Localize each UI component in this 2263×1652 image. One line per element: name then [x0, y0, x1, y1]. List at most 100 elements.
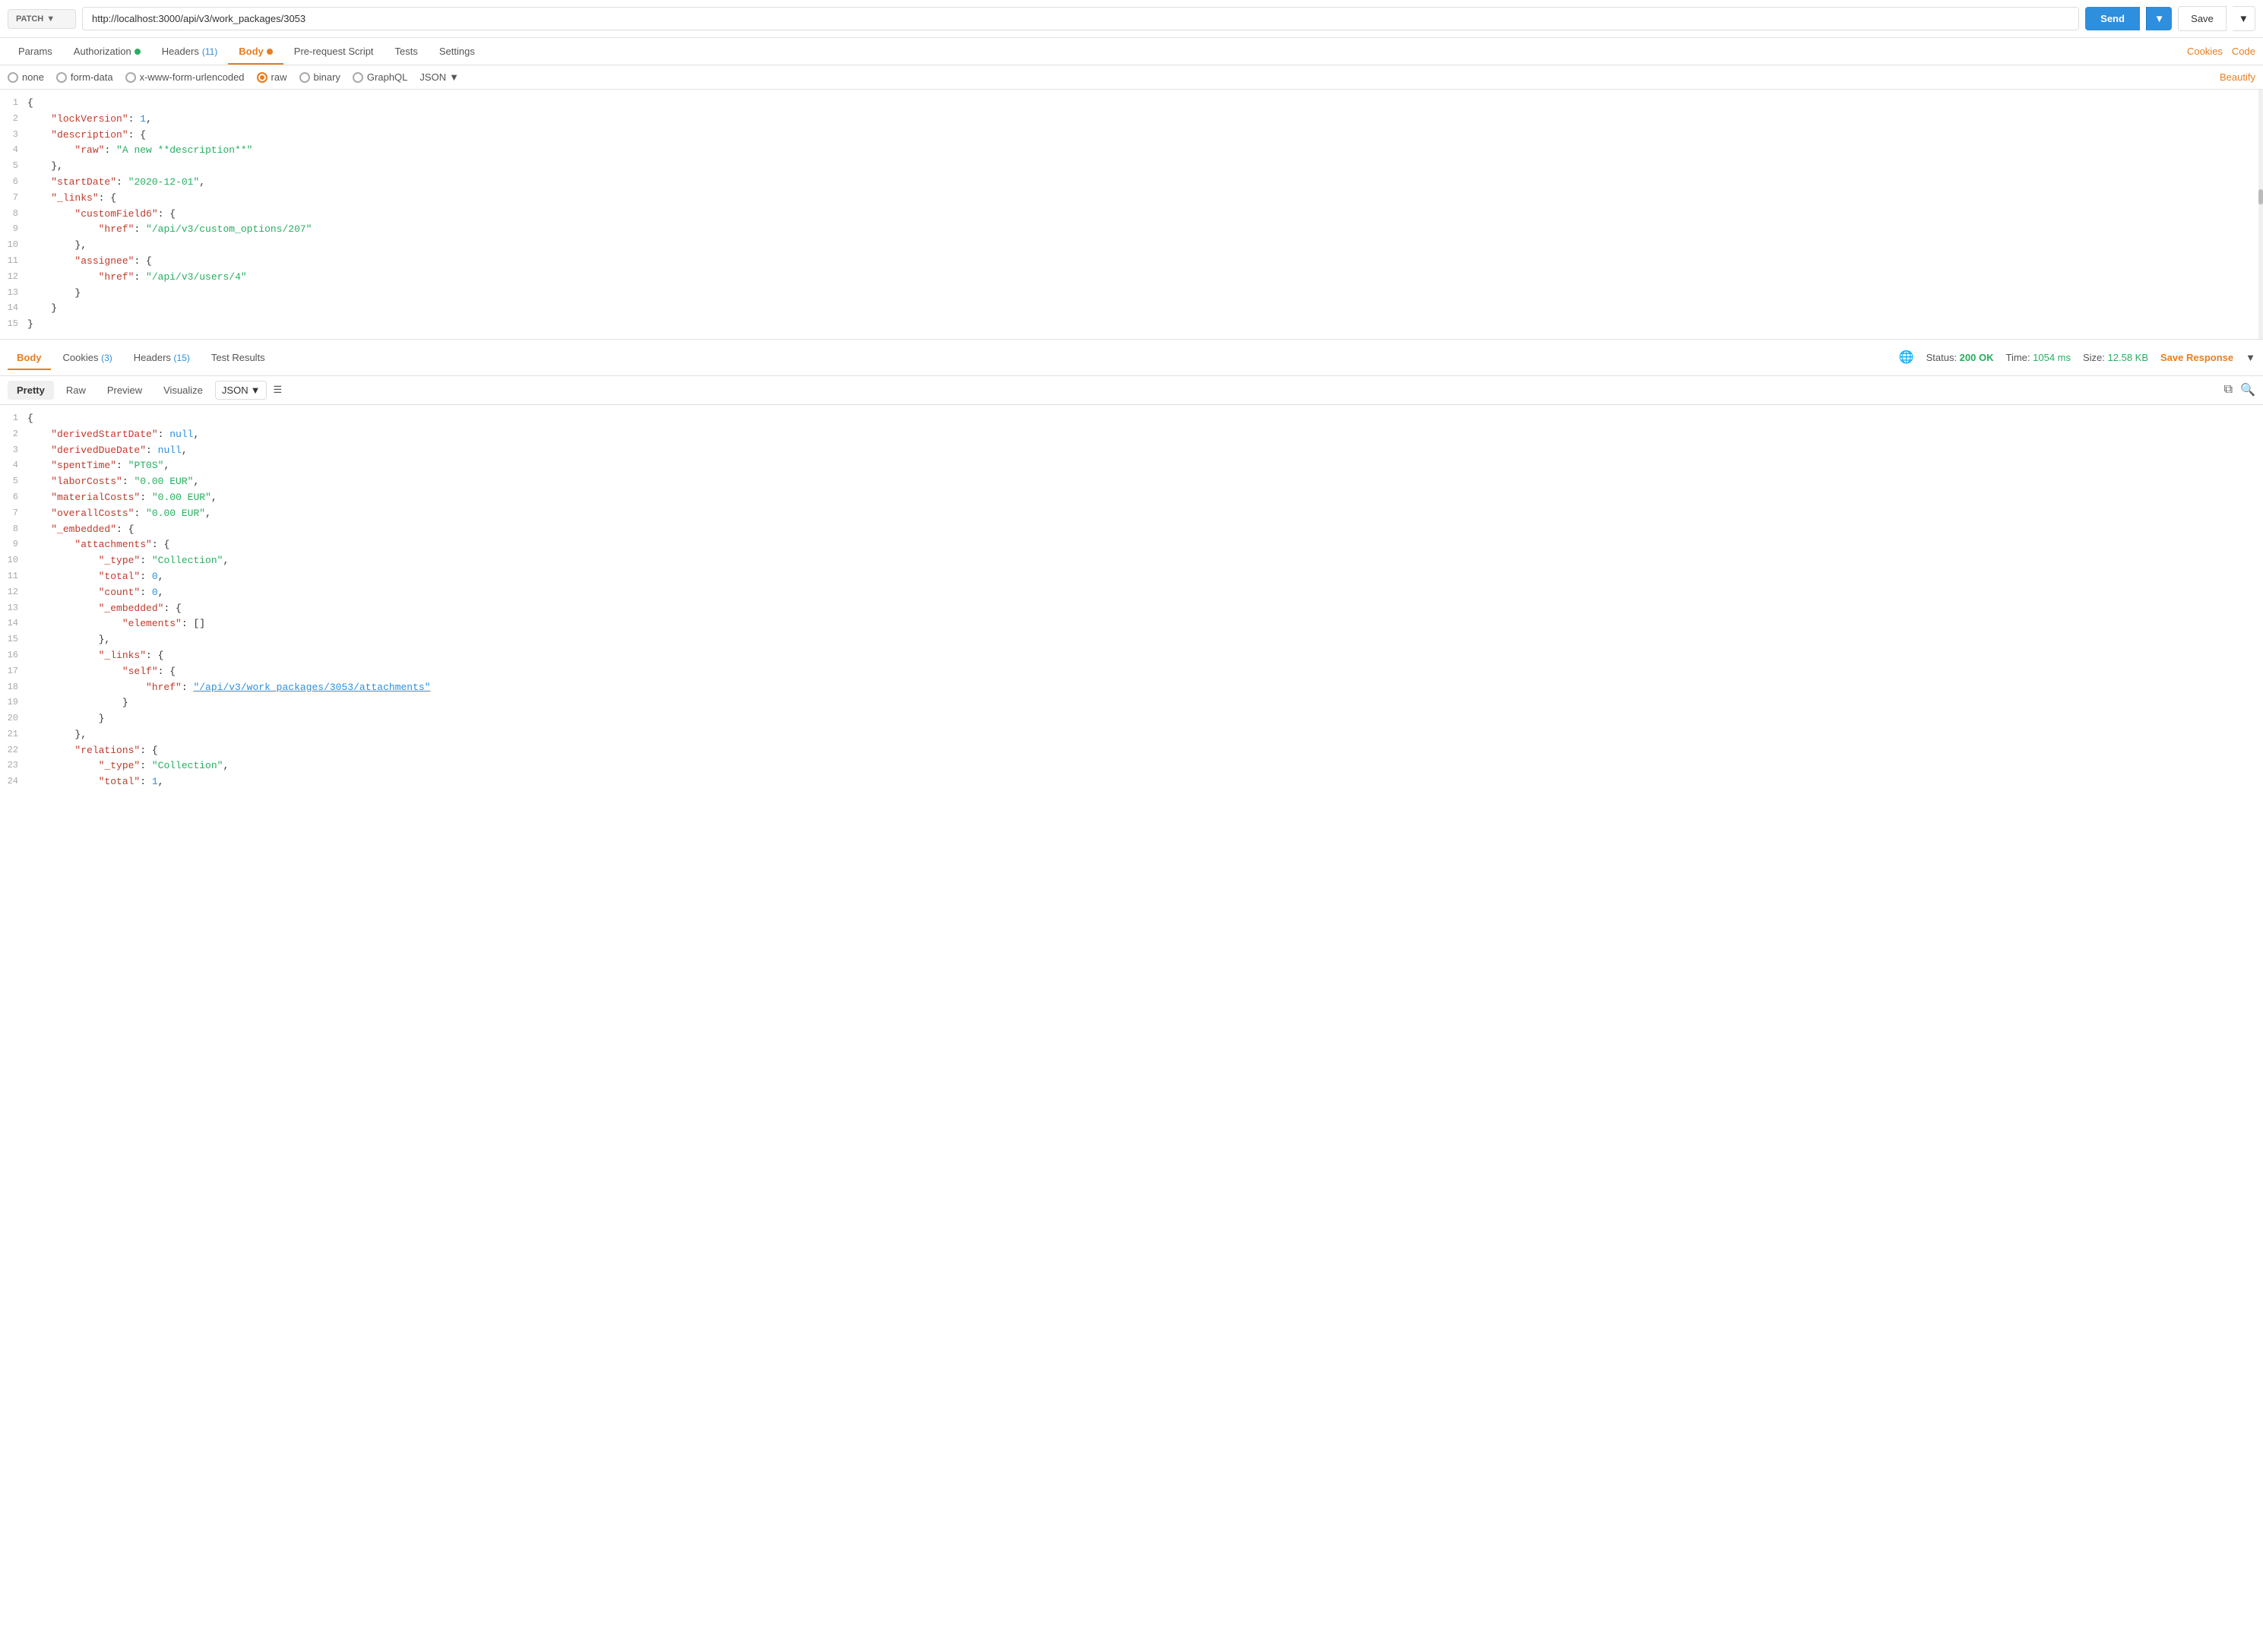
response-body: 1 { 2 "derivedStartDate": null, 3 "deriv… [0, 405, 2263, 796]
resp-line-16: 16 "_links": { [0, 648, 2263, 664]
response-format-dropdown[interactable]: JSON ▼ [215, 381, 267, 400]
req-line-13: 13 } [0, 286, 2263, 302]
resp-format-chevron: ▼ [251, 385, 261, 396]
tab-prerequest[interactable]: Pre-request Script [283, 38, 385, 65]
resp-tab-cookies[interactable]: Cookies (3) [54, 346, 122, 369]
req-line-8: 8 "customField6": { [0, 207, 2263, 223]
resp-line-5: 5 "laborCosts": "0.00 EUR", [0, 474, 2263, 490]
resp-line-21: 21 }, [0, 727, 2263, 743]
option-graphql[interactable]: GraphQL [353, 71, 407, 83]
tab-params[interactable]: Params [8, 38, 63, 65]
save-response-chevron[interactable]: ▼ [2246, 352, 2255, 363]
resp-line-4: 4 "spentTime": "PT0S", [0, 458, 2263, 474]
tab-tests[interactable]: Tests [385, 38, 429, 65]
status-info: 🌐 Status: 200 OK Time: 1054 ms Size: 12.… [1899, 350, 2255, 365]
status-label: Status: 200 OK [1926, 352, 1994, 363]
resp-line-8: 8 "_embedded": { [0, 522, 2263, 538]
resp-line-23: 23 "_type": "Collection", [0, 758, 2263, 774]
search-icon[interactable]: 🔍 [2240, 382, 2255, 397]
req-line-10: 10 }, [0, 238, 2263, 254]
save-dropdown-button[interactable]: ▼ [2233, 6, 2255, 31]
resp-line-3: 3 "derivedDueDate": null, [0, 443, 2263, 459]
option-binary[interactable]: binary [299, 71, 340, 83]
resp-line-2: 2 "derivedStartDate": null, [0, 427, 2263, 443]
resp-line-13: 13 "_embedded": { [0, 601, 2263, 617]
tab-settings[interactable]: Settings [429, 38, 486, 65]
resp-line-22: 22 "relations": { [0, 743, 2263, 759]
resp-line-7: 7 "overallCosts": "0.00 EUR", [0, 506, 2263, 522]
copy-icon[interactable]: ⧉ [2224, 383, 2233, 397]
req-line-2: 2 "lockVersion": 1, [0, 112, 2263, 128]
req-line-15: 15 } [0, 317, 2263, 333]
form-data-radio[interactable] [56, 72, 67, 83]
code-link[interactable]: Code [2232, 46, 2255, 57]
resp-line-17: 17 "self": { [0, 664, 2263, 680]
authorization-dot [135, 49, 141, 55]
resp-tab-headers[interactable]: Headers (15) [125, 346, 199, 369]
tab-headers[interactable]: Headers (11) [151, 38, 229, 65]
graphql-radio[interactable] [353, 72, 363, 83]
format-chevron: ▼ [449, 71, 459, 83]
resp-line-12: 12 "count": 0, [0, 585, 2263, 601]
resp-line-14: 14 "elements": [] [0, 616, 2263, 632]
none-radio[interactable] [8, 72, 18, 83]
resp-line-19: 19 } [0, 695, 2263, 711]
beautify-button[interactable]: Beautify [2220, 71, 2255, 83]
size-label: Size: 12.58 KB [2083, 352, 2148, 363]
globe-icon: 🌐 [1899, 350, 1914, 365]
format-dropdown[interactable]: JSON ▼ [419, 71, 459, 83]
resp-line-10: 10 "_type": "Collection", [0, 553, 2263, 569]
request-tabs: Params Authorization Headers (11) Body P… [0, 38, 2263, 65]
resp-line-11: 11 "total": 0, [0, 569, 2263, 585]
option-urlencoded[interactable]: x-www-form-urlencoded [125, 71, 245, 83]
urlencoded-radio[interactable] [125, 72, 136, 83]
body-dot [267, 49, 273, 55]
url-input[interactable] [82, 7, 2079, 30]
resp-line-9: 9 "attachments": { [0, 537, 2263, 553]
response-header: Body Cookies (3) Headers (15) Test Resul… [0, 340, 2263, 376]
binary-radio[interactable] [299, 72, 310, 83]
send-button[interactable]: Send [2085, 7, 2140, 30]
req-line-3: 3 "description": { [0, 128, 2263, 144]
request-body-editor[interactable]: 1 { 2 "lockVersion": 1, 3 "description":… [0, 90, 2263, 340]
view-tab-visualize[interactable]: Visualize [154, 381, 212, 400]
resp-line-15: 15 }, [0, 632, 2263, 648]
top-bar: PATCH ▼ Send ▼ Save ▼ [0, 0, 2263, 38]
option-raw[interactable]: raw [257, 71, 287, 83]
cookies-link[interactable]: Cookies [2187, 46, 2223, 57]
view-tab-raw[interactable]: Raw [57, 381, 95, 400]
resp-line-20: 20 } [0, 711, 2263, 727]
request-scrollbar-thumb[interactable] [2258, 189, 2263, 204]
req-line-14: 14 } [0, 301, 2263, 317]
right-links: Cookies Code [2187, 46, 2255, 57]
resp-line-1: 1 { [0, 411, 2263, 427]
req-line-11: 11 "assignee": { [0, 254, 2263, 270]
tab-authorization[interactable]: Authorization [63, 38, 151, 65]
request-scrollbar[interactable] [2258, 90, 2263, 339]
resp-tab-body[interactable]: Body [8, 346, 51, 369]
view-tabs: Pretty Raw Preview Visualize JSON ▼ ☰ ⧉ … [0, 376, 2263, 405]
req-line-6: 6 "startDate": "2020-12-01", [0, 175, 2263, 191]
method-select[interactable]: PATCH ▼ [8, 9, 76, 29]
resp-line-6: 6 "materialCosts": "0.00 EUR", [0, 490, 2263, 506]
raw-radio[interactable] [257, 72, 267, 83]
req-line-5: 5 }, [0, 159, 2263, 175]
req-line-9: 9 "href": "/api/v3/custom_options/207" [0, 222, 2263, 238]
view-right: ⧉ 🔍 [2224, 382, 2255, 397]
resp-line-18: 18 "href": "/api/v3/work_packages/3053/a… [0, 680, 2263, 696]
option-none[interactable]: none [8, 71, 44, 83]
save-response-button[interactable]: Save Response [2160, 352, 2233, 363]
time-label: Time: 1054 ms [2005, 352, 2071, 363]
option-form-data[interactable]: form-data [56, 71, 113, 83]
view-tab-preview[interactable]: Preview [98, 381, 151, 400]
tab-body[interactable]: Body [228, 38, 283, 65]
req-line-12: 12 "href": "/api/v3/users/4" [0, 270, 2263, 286]
view-tab-pretty[interactable]: Pretty [8, 381, 54, 400]
filter-icon[interactable]: ☰ [273, 384, 282, 396]
req-line-4: 4 "raw": "A new **description**" [0, 143, 2263, 159]
save-button[interactable]: Save [2178, 6, 2227, 31]
send-dropdown-button[interactable]: ▼ [2146, 7, 2172, 30]
method-chevron: ▼ [46, 14, 55, 24]
resp-line-24: 24 "total": 1, [0, 774, 2263, 790]
resp-tab-test-results[interactable]: Test Results [202, 346, 274, 369]
